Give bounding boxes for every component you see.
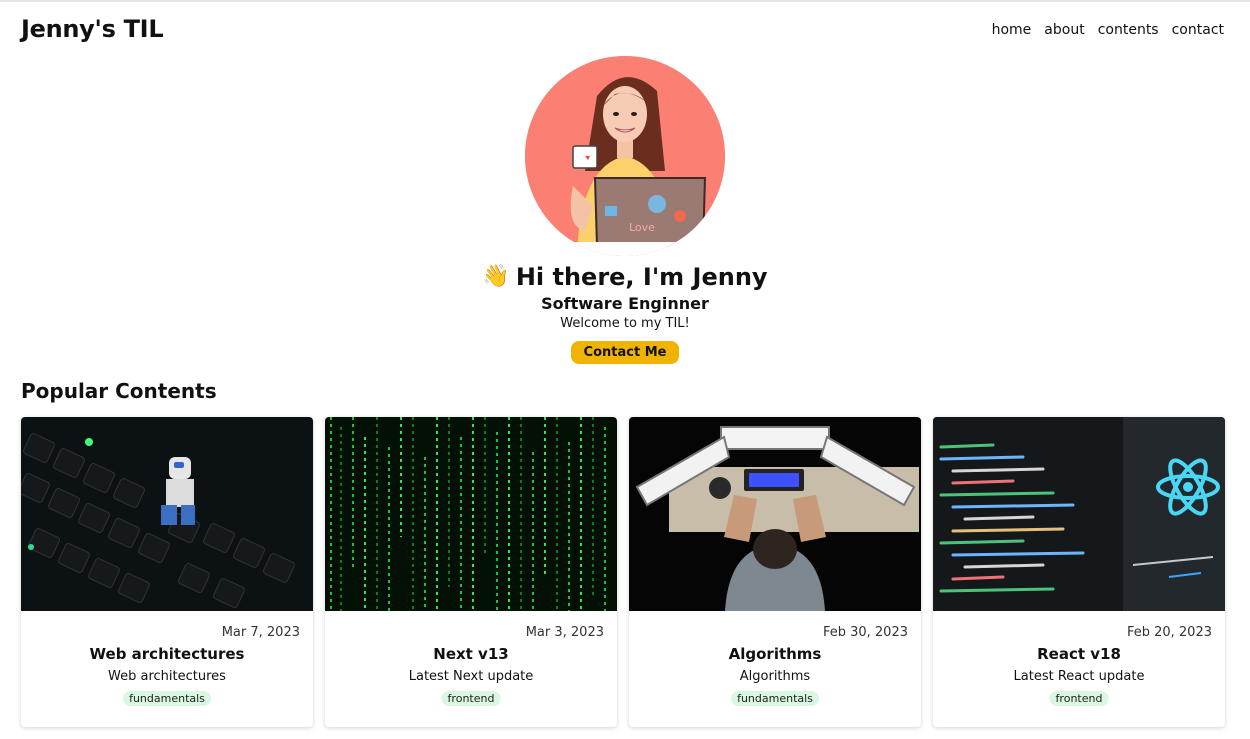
site-logo[interactable]: Jenny's TIL: [21, 15, 164, 43]
popular-cards: Mar 7, 2023 Web architectures Web archit…: [21, 417, 1225, 727]
card-thumbnail-desk: [629, 417, 921, 611]
card-description: Algorithms: [739, 669, 811, 684]
card-title[interactable]: Algorithms: [629, 645, 921, 663]
waving-hand-icon: 👋: [482, 264, 510, 289]
card-tag: frontend: [1049, 691, 1109, 706]
nav-contact[interactable]: contact: [1172, 22, 1224, 38]
hero-section: Love 👋 Hi there, I'm Jenny Software Engi…: [0, 56, 1250, 364]
main-nav: home about contents contact: [992, 22, 1224, 38]
card-date: Feb 20, 2023: [1126, 625, 1212, 640]
nav-contents[interactable]: contents: [1098, 22, 1159, 38]
content-card[interactable]: Feb 30, 2023 Algorithms Algorithms funda…: [629, 417, 921, 727]
profile-avatar: Love: [525, 56, 725, 256]
card-body: Mar 3, 2023 Next v13 Latest Next update …: [325, 611, 617, 727]
card-description: Latest Next update: [408, 669, 534, 684]
hero-role: Software Enginner: [541, 294, 709, 313]
nav-about[interactable]: about: [1044, 22, 1084, 38]
card-tag: frontend: [441, 691, 501, 706]
card-date: Feb 30, 2023: [822, 625, 908, 640]
popular-contents-title: Popular Contents: [21, 379, 217, 403]
card-body: Mar 7, 2023 Web architectures Web archit…: [21, 611, 313, 727]
hero-welcome: Welcome to my TIL!: [560, 316, 690, 331]
card-description: Web architectures: [108, 669, 226, 684]
card-thumbnail-react-editor: [933, 417, 1225, 611]
card-date: Mar 3, 2023: [525, 625, 604, 640]
content-card[interactable]: Feb 20, 2023 React v18 Latest React upda…: [933, 417, 1225, 727]
site-header: Jenny's TIL home about contents contact: [0, 2, 1250, 60]
card-tag: fundamentals: [731, 691, 819, 706]
hero-greeting-text: Hi there, I'm Jenny: [515, 263, 768, 291]
content-card[interactable]: Mar 3, 2023 Next v13 Latest Next update …: [325, 417, 617, 727]
card-title[interactable]: Web architectures: [21, 645, 313, 663]
card-date: Mar 7, 2023: [221, 625, 300, 640]
card-body: Feb 30, 2023 Algorithms Algorithms funda…: [629, 611, 921, 727]
card-title[interactable]: Next v13: [325, 645, 617, 663]
contact-me-button[interactable]: Contact Me: [570, 341, 680, 364]
card-title[interactable]: React v18: [933, 645, 1225, 663]
svg-text:Love: Love: [629, 221, 655, 234]
card-thumbnail-code-rain: [325, 417, 617, 611]
card-description: Latest React update: [1013, 669, 1145, 684]
card-thumbnail-keyboard: [21, 417, 313, 611]
card-body: Feb 20, 2023 React v18 Latest React upda…: [933, 611, 1225, 727]
nav-home[interactable]: home: [992, 22, 1032, 38]
hero-greeting: 👋 Hi there, I'm Jenny: [482, 262, 767, 292]
content-card[interactable]: Mar 7, 2023 Web architectures Web archit…: [21, 417, 313, 727]
card-tag: fundamentals: [123, 691, 211, 706]
